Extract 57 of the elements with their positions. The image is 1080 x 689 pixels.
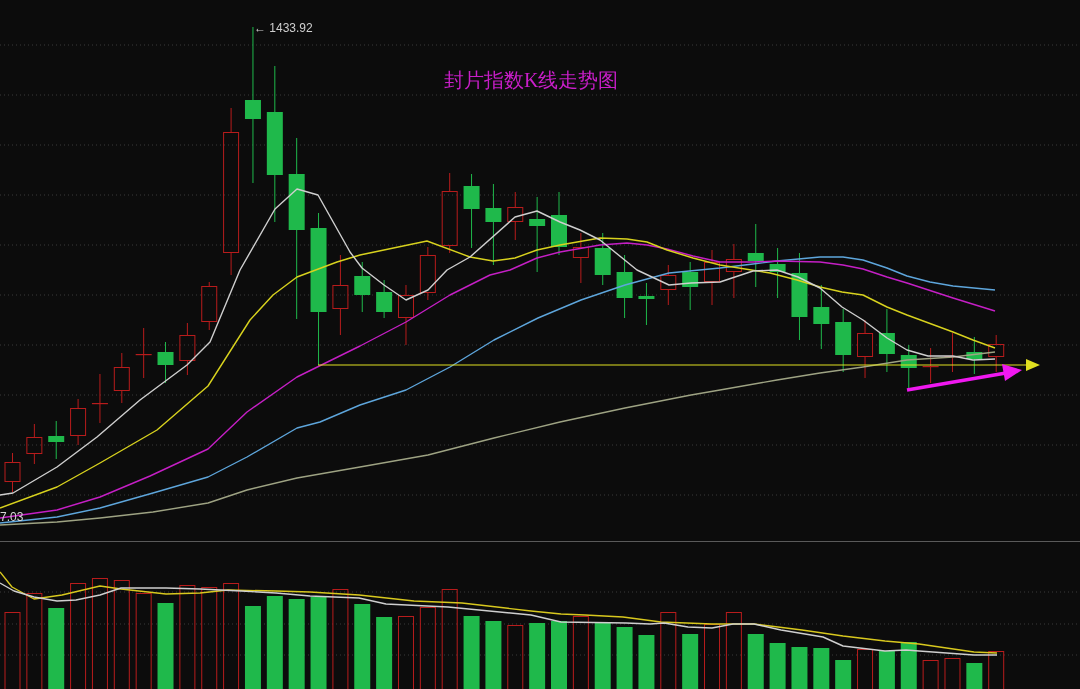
- candlestick: [682, 261, 699, 311]
- candlestick: [551, 191, 567, 256]
- candlestick: [594, 232, 611, 286]
- volume-bar: [704, 624, 720, 689]
- candlestick: [878, 308, 895, 373]
- volume-bar: [529, 623, 546, 689]
- candlestick: [376, 279, 393, 319]
- candlestick: [398, 284, 414, 346]
- candlestick: [704, 249, 720, 306]
- candlestick: [419, 246, 436, 301]
- volume-bar: [747, 634, 764, 689]
- volume-bar: [922, 660, 939, 689]
- candlestick: [813, 284, 830, 350]
- candlestick: [857, 319, 874, 379]
- max-price-label: ← 1433.92: [254, 20, 313, 36]
- candlestick: [725, 243, 742, 299]
- volume-bar: [616, 627, 633, 689]
- candlestick: [660, 264, 677, 306]
- candlestick: [638, 282, 655, 326]
- candlestick: [201, 281, 218, 331]
- candlestick: [922, 347, 939, 384]
- candlestick: [135, 327, 152, 379]
- candlestick: [835, 308, 852, 373]
- candlestick: [70, 398, 87, 446]
- volume-bar: [638, 635, 655, 689]
- volume-bar: [682, 634, 699, 689]
- candlestick: [26, 423, 43, 465]
- volume-bar: [376, 617, 393, 689]
- volume-bar: [485, 621, 502, 689]
- volume-bar: [857, 649, 874, 689]
- candlestick: [4, 452, 21, 493]
- volume-bar: [988, 651, 1005, 689]
- volume-bar: [944, 658, 961, 689]
- candlestick: [966, 336, 983, 375]
- candlestick: [48, 420, 65, 460]
- candlestick: [354, 261, 371, 313]
- candlestick: [179, 322, 196, 376]
- volume-bar: [966, 663, 983, 689]
- candlestick: [769, 247, 786, 299]
- candlestick: [747, 223, 764, 288]
- volume-bar: [769, 643, 786, 689]
- volume-bar: [878, 651, 895, 689]
- candlestick: [91, 373, 108, 424]
- volume-bar: [507, 625, 524, 689]
- volume-bar: [594, 623, 611, 689]
- volume-bar: [551, 621, 567, 689]
- volume-bar: [835, 660, 852, 689]
- candlestick: [157, 341, 174, 384]
- volume-bar: [791, 647, 808, 689]
- candlestick: [616, 254, 633, 319]
- candlestick: [572, 232, 589, 284]
- candlestick: [507, 191, 524, 241]
- volume-bar: [900, 642, 917, 689]
- candlestick: [988, 334, 1005, 373]
- chart-title: 封片指数K线走势图: [444, 68, 619, 92]
- candlestick: [113, 352, 130, 404]
- volume-bar: [813, 648, 830, 689]
